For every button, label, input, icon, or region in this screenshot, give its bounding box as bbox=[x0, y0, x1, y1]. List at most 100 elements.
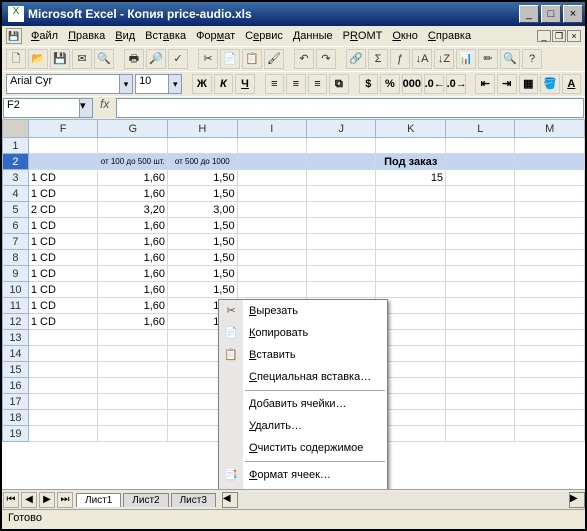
chevron-down-icon[interactable]: ▾ bbox=[168, 75, 181, 93]
cell[interactable] bbox=[515, 298, 585, 314]
save-icon[interactable]: 💾 bbox=[50, 49, 70, 69]
cell[interactable]: 1,60 bbox=[98, 234, 168, 250]
currency-icon[interactable]: $ bbox=[359, 74, 379, 94]
row-header[interactable]: 17 bbox=[3, 394, 29, 410]
cell[interactable] bbox=[515, 186, 585, 202]
cell[interactable] bbox=[446, 170, 515, 186]
mdi-restore[interactable]: ❐ bbox=[552, 30, 566, 42]
cell[interactable] bbox=[515, 234, 585, 250]
col-header[interactable]: G bbox=[98, 120, 168, 138]
menu-item[interactable]: Справка bbox=[423, 28, 476, 44]
cell[interactable] bbox=[28, 410, 98, 426]
cell[interactable] bbox=[376, 266, 446, 282]
tab-first-icon[interactable]: ⏮ bbox=[3, 492, 19, 508]
cell[interactable]: 1 CD bbox=[28, 170, 98, 186]
preview-icon[interactable]: 🔎 bbox=[146, 49, 166, 69]
new-icon[interactable]: 🗋 bbox=[6, 49, 26, 69]
cell[interactable] bbox=[515, 282, 585, 298]
sheet-tab-active[interactable]: Лист1 bbox=[76, 493, 121, 507]
mail-icon[interactable]: ✉ bbox=[72, 49, 92, 69]
cell[interactable] bbox=[515, 410, 585, 426]
row-header[interactable]: 2 bbox=[3, 154, 29, 170]
col-header[interactable]: I bbox=[237, 120, 306, 138]
search-icon[interactable]: 🔍 bbox=[94, 49, 114, 69]
percent-icon[interactable]: % bbox=[380, 74, 400, 94]
cell[interactable] bbox=[28, 138, 98, 154]
sheet-tab[interactable]: Лист3 bbox=[171, 493, 216, 507]
col-header[interactable]: M bbox=[515, 120, 585, 138]
cell[interactable] bbox=[307, 138, 376, 154]
col-header[interactable]: L bbox=[446, 120, 515, 138]
cell[interactable] bbox=[446, 314, 515, 330]
chevron-down-icon[interactable]: ▾ bbox=[119, 75, 132, 93]
cell[interactable] bbox=[28, 426, 98, 442]
sort-asc-icon[interactable]: ↓A bbox=[412, 49, 432, 69]
row-header[interactable]: 6 bbox=[3, 218, 29, 234]
italic-button[interactable]: К bbox=[214, 74, 234, 94]
context-menu-item[interactable]: 📋Вставить bbox=[219, 344, 387, 366]
cell[interactable] bbox=[307, 186, 376, 202]
cell[interactable] bbox=[307, 266, 376, 282]
cell[interactable] bbox=[237, 138, 306, 154]
row-header[interactable]: 19 bbox=[3, 426, 29, 442]
cell[interactable] bbox=[307, 234, 376, 250]
col-header[interactable]: K bbox=[376, 120, 446, 138]
maximize-button[interactable]: □ bbox=[541, 5, 561, 23]
cell[interactable]: от 500 до 1000 bbox=[168, 154, 238, 170]
fill-color-icon[interactable]: 🪣 bbox=[540, 74, 560, 94]
cell[interactable]: 1,60 bbox=[98, 186, 168, 202]
cell[interactable] bbox=[446, 346, 515, 362]
cell[interactable] bbox=[307, 154, 376, 170]
sum-icon[interactable]: Σ bbox=[368, 49, 388, 69]
cell[interactable] bbox=[446, 362, 515, 378]
menu-item[interactable]: Файл bbox=[26, 28, 63, 44]
cell[interactable] bbox=[28, 346, 98, 362]
cell[interactable]: 1 CD bbox=[28, 218, 98, 234]
cell[interactable] bbox=[446, 234, 515, 250]
context-menu-item[interactable]: Специальная вставка… bbox=[219, 366, 387, 388]
row-header[interactable]: 8 bbox=[3, 250, 29, 266]
row-header[interactable]: 11 bbox=[3, 298, 29, 314]
cell[interactable]: 1,50 bbox=[168, 250, 238, 266]
drawing-icon[interactable]: ✏ bbox=[478, 49, 498, 69]
scroll-left-icon[interactable]: ◀ bbox=[222, 492, 238, 508]
cell[interactable] bbox=[98, 362, 168, 378]
cell[interactable]: 1,60 bbox=[98, 314, 168, 330]
cell[interactable] bbox=[307, 250, 376, 266]
minimize-button[interactable]: _ bbox=[519, 5, 539, 23]
cell[interactable]: 2 CD bbox=[28, 202, 98, 218]
inc-decimal-icon[interactable]: .0← bbox=[424, 74, 444, 94]
row-header[interactable]: 15 bbox=[3, 362, 29, 378]
cell[interactable]: 1,60 bbox=[98, 298, 168, 314]
indent-dec-icon[interactable]: ⇤ bbox=[475, 74, 495, 94]
cell[interactable]: 1,50 bbox=[168, 186, 238, 202]
align-right-icon[interactable]: ≡ bbox=[308, 74, 328, 94]
cell[interactable]: от 100 до 500 шт. bbox=[98, 154, 168, 170]
cell[interactable]: 1 CD bbox=[28, 282, 98, 298]
cell[interactable] bbox=[376, 218, 446, 234]
cell[interactable] bbox=[446, 266, 515, 282]
cell[interactable]: 1,60 bbox=[98, 282, 168, 298]
align-center-icon[interactable]: ≡ bbox=[286, 74, 306, 94]
context-menu-item[interactable]: 📑Формат ячеек… bbox=[219, 464, 387, 486]
sort-desc-icon[interactable]: ↓Z bbox=[434, 49, 454, 69]
cell[interactable]: 3,00 bbox=[168, 202, 238, 218]
row-header[interactable]: 12 bbox=[3, 314, 29, 330]
fx-label[interactable]: fx bbox=[94, 97, 115, 119]
col-header[interactable]: H bbox=[168, 120, 238, 138]
cell[interactable] bbox=[446, 410, 515, 426]
cell[interactable] bbox=[446, 282, 515, 298]
cell[interactable] bbox=[376, 138, 446, 154]
cell[interactable]: 1 CD bbox=[28, 314, 98, 330]
cell[interactable] bbox=[28, 154, 98, 170]
cell[interactable]: 1,50 bbox=[168, 218, 238, 234]
cell[interactable] bbox=[28, 362, 98, 378]
cell[interactable] bbox=[237, 250, 306, 266]
cell[interactable] bbox=[376, 234, 446, 250]
cell[interactable] bbox=[446, 298, 515, 314]
cell[interactable] bbox=[515, 378, 585, 394]
row-header[interactable]: 1 bbox=[3, 138, 29, 154]
row-header[interactable]: 3 bbox=[3, 170, 29, 186]
context-menu-item[interactable]: Удалить… bbox=[219, 415, 387, 437]
cell[interactable]: 1 CD bbox=[28, 186, 98, 202]
